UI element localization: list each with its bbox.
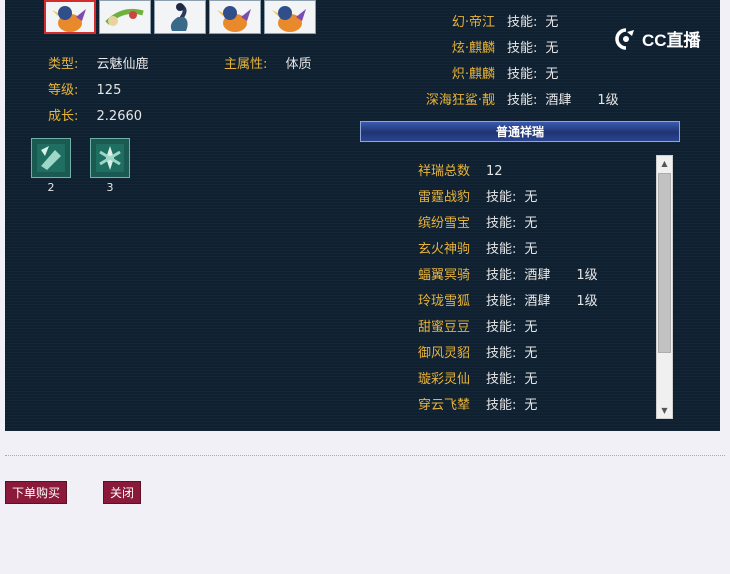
skill-icon-1	[37, 144, 65, 172]
skill-label: 技能:	[486, 268, 517, 283]
skill-label: 技能:	[507, 15, 538, 30]
mount-name: 璇彩灵仙	[418, 372, 471, 387]
mount-name: 炫·麒麟	[451, 41, 495, 56]
main-attr-value: 体质	[285, 57, 312, 72]
skill-label: 技能:	[507, 67, 538, 82]
crane-pet-icon	[170, 3, 188, 31]
mount-name: 玲珑雪狐	[418, 294, 471, 309]
skill-label: 技能:	[486, 216, 517, 231]
skill-level: 1级	[597, 93, 619, 108]
skill-badge-1[interactable]: 2	[31, 138, 71, 194]
close-button[interactable]: 关闭	[103, 481, 141, 504]
skill-label: 技能:	[486, 372, 517, 387]
list-item: 缤纷雪宝 技能: 无	[418, 212, 537, 231]
skill-label: 技能:	[486, 320, 517, 335]
skill-value: 无	[545, 41, 559, 56]
growth-row: 成长: 2.2660	[48, 105, 142, 124]
list-scrollbar[interactable]: ▲ ▼	[656, 155, 673, 419]
skill-value: 酒肆	[545, 93, 572, 108]
skill-badge-2[interactable]: 3	[90, 138, 130, 194]
bird-pet-icon	[217, 6, 251, 32]
mount-name: 玄火神驹	[418, 242, 471, 257]
main-attr-label: 主属性:	[224, 57, 268, 72]
right-list-item: 炽·麒麟 技能: 无	[405, 63, 559, 82]
cc-logo-icon	[615, 27, 634, 50]
list-item: 穿云飞辇 技能: 无	[418, 394, 537, 413]
pet-thumbnail-1[interactable]	[44, 0, 96, 34]
list-item: 雷霆战豹 技能: 无	[418, 186, 537, 205]
skill-level: 1级	[576, 294, 598, 309]
right-list-item: 炫·麒麟 技能: 无	[405, 37, 559, 56]
skill-value: 无	[524, 216, 538, 231]
mount-name: 御风灵貂	[418, 346, 471, 361]
skill-value: 无	[524, 190, 538, 205]
skill-value: 无	[524, 242, 538, 257]
bird-pet-icon	[52, 6, 86, 32]
pet-thumbnail-3[interactable]	[154, 0, 206, 34]
skill-value: 无	[524, 320, 538, 335]
level-row: 等级: 125	[48, 79, 121, 98]
list-item: 甜蜜豆豆 技能: 无	[418, 316, 537, 335]
skill-label: 技能:	[507, 41, 538, 56]
skill-label: 技能:	[486, 294, 517, 309]
skill-label: 技能:	[486, 190, 517, 205]
divider	[5, 455, 725, 456]
level-value: 125	[96, 83, 122, 98]
list-item: 玄火神驹 技能: 无	[418, 238, 537, 257]
scroll-down-arrow-icon[interactable]: ▼	[657, 403, 672, 418]
skill-value: 酒肆	[524, 268, 551, 283]
list-item: 蝠翼冥骑 技能: 酒肆 1级	[418, 264, 598, 283]
pet-thumbnail-2[interactable]	[99, 0, 151, 34]
skill-value: 无	[545, 67, 559, 82]
mount-name: 幻·帝江	[451, 15, 495, 30]
list-item: 御风灵貂 技能: 无	[418, 342, 537, 361]
skill-value: 无	[524, 346, 538, 361]
scroll-pet-icon	[105, 8, 144, 26]
buy-button[interactable]: 下单购买	[5, 481, 67, 504]
growth-value: 2.2660	[96, 109, 143, 124]
bird-pet-icon	[272, 6, 306, 32]
skill-count-1: 2	[47, 181, 55, 194]
skill-value: 酒肆	[524, 294, 551, 309]
scroll-up-arrow-icon[interactable]: ▲	[657, 156, 672, 171]
attr-row: 主属性: 体质	[224, 53, 312, 72]
type-label: 类型:	[48, 57, 79, 72]
skill-icon-2	[96, 144, 124, 172]
skill-value: 无	[524, 398, 538, 413]
right-list-item: 深海狂鲨·靓 技能: 酒肆 1级	[405, 89, 619, 108]
list-item: 玲珑雪狐 技能: 酒肆 1级	[418, 290, 598, 309]
scroll-thumb[interactable]	[658, 173, 671, 353]
pet-thumbnail-5[interactable]	[264, 0, 316, 34]
mount-name: 深海狂鲨·靓	[425, 93, 495, 108]
skill-label: 技能:	[486, 346, 517, 361]
type-value: 云魅仙鹿	[96, 57, 149, 72]
growth-label: 成长:	[48, 109, 79, 124]
section-header-common-xiangrui: 普通祥瑞	[360, 121, 680, 142]
skill-count-2: 3	[106, 181, 114, 194]
mount-name: 蝠翼冥骑	[418, 268, 471, 283]
list-item: 璇彩灵仙 技能: 无	[418, 368, 537, 387]
total-value: 12	[486, 164, 503, 179]
type-row: 类型: 云魅仙鹿	[48, 53, 149, 72]
xiangrui-total-row: 祥瑞总数 12	[418, 160, 503, 179]
mount-name: 雷霆战豹	[418, 190, 471, 205]
mount-name: 炽·麒麟	[451, 67, 495, 82]
mount-name: 穿云飞辇	[418, 398, 471, 413]
skill-value: 无	[545, 15, 559, 30]
level-label: 等级:	[48, 83, 79, 98]
mount-name: 缤纷雪宝	[418, 216, 471, 231]
mount-name: 甜蜜豆豆	[418, 320, 471, 335]
watermark-text: CC直播	[642, 31, 701, 50]
skill-label: 技能:	[486, 242, 517, 257]
pet-thumbnail-strip	[44, 0, 316, 34]
cc-live-watermark: CC直播	[612, 26, 701, 51]
right-list-item: 幻·帝江 技能: 无	[405, 11, 559, 30]
skill-label: 技能:	[486, 398, 517, 413]
pet-thumbnail-4[interactable]	[209, 0, 261, 34]
skill-value: 无	[524, 372, 538, 387]
skill-level: 1级	[576, 268, 598, 283]
skill-label: 技能:	[507, 93, 538, 108]
total-label: 祥瑞总数	[418, 164, 471, 179]
